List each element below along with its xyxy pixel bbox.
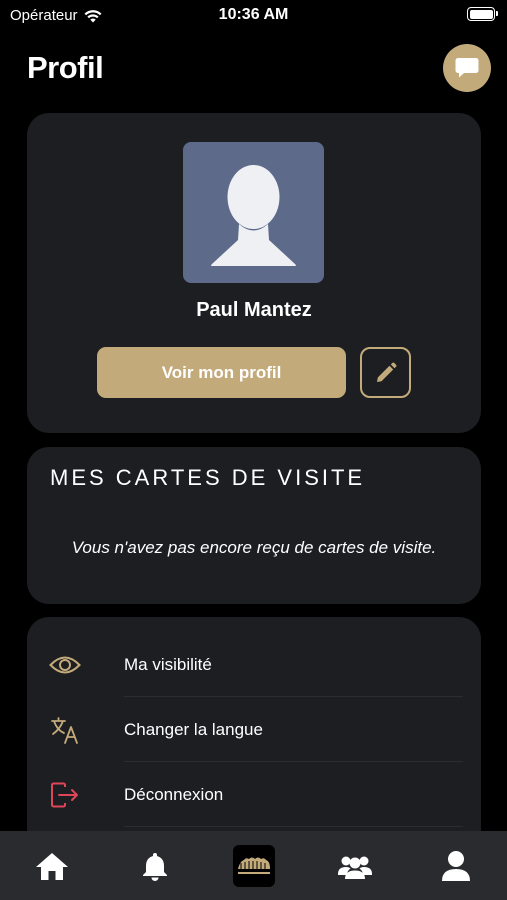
menu-item-language[interactable]: Changer la langue [27, 698, 481, 762]
menu-item-label: Ma visibilité [124, 655, 212, 674]
section-title: MES CARTES DE VISITE [50, 465, 366, 490]
settings-menu: Ma visibilité Changer la langue Déconnex… [27, 617, 481, 857]
divider [124, 696, 463, 697]
chat-bubble-icon [455, 58, 479, 78]
battery-icon [467, 7, 498, 21]
chat-button[interactable] [443, 44, 491, 92]
tab-home-logo[interactable] [229, 841, 279, 891]
menu-item-logout[interactable]: Déconnexion [27, 763, 481, 827]
community-icon [338, 856, 372, 879]
home-icon [36, 853, 68, 880]
status-time: 10:36 AM [218, 6, 289, 23]
avatar [183, 142, 324, 283]
view-profile-button[interactable]: Voir mon profil [97, 347, 346, 398]
tab-bar [0, 831, 507, 900]
tab-home[interactable] [27, 841, 77, 891]
pencil-icon [376, 362, 396, 382]
profile-card: Paul Mantez Voir mon profil [27, 113, 481, 433]
menu-item-visibility[interactable]: Ma visibilité [27, 633, 481, 697]
menu-item-label: Déconnexion [124, 785, 224, 804]
page-title: Profil [27, 50, 104, 85]
logout-icon [47, 777, 83, 813]
tab-community[interactable] [330, 841, 380, 891]
user-name: Paul Mantez [196, 299, 312, 321]
edit-profile-button[interactable] [360, 347, 411, 398]
menu-item-label: Changer la langue [124, 720, 263, 739]
bell-icon [143, 853, 167, 881]
translate-icon [47, 712, 83, 748]
divider [124, 761, 463, 762]
avatar-placeholder-icon [211, 165, 296, 266]
divider [124, 826, 463, 827]
empty-state-message: Vous n'avez pas encore reçu de cartes de… [71, 538, 437, 557]
app-logo-icon [233, 845, 275, 887]
status-bar: Opérateur 10:36 AM [0, 0, 507, 34]
tab-profile[interactable] [431, 841, 481, 891]
business-cards-section: MES CARTES DE VISITE Vous n'avez pas enc… [27, 447, 481, 604]
eye-icon [47, 647, 83, 683]
profile-icon [442, 851, 470, 881]
tab-notifications[interactable] [130, 841, 180, 891]
